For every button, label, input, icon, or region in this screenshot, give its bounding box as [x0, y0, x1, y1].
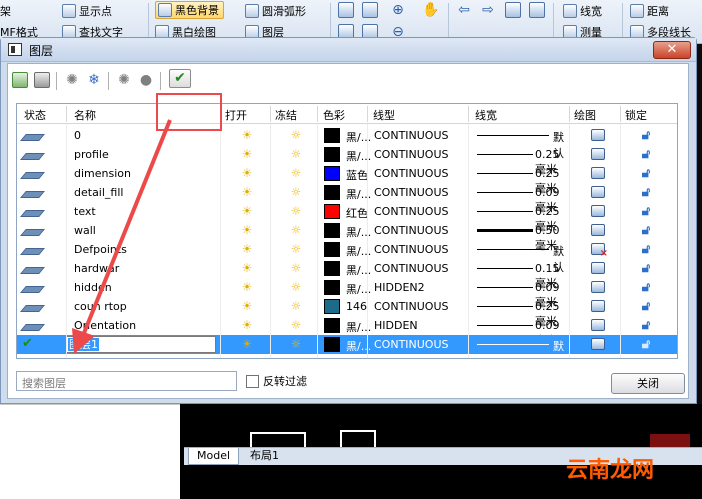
arrow-shaft: [80, 119, 172, 339]
tab-model[interactable]: Model: [188, 448, 240, 465]
watermark-text: 云南龙网: [566, 458, 655, 483]
tab-layout1[interactable]: 布局1: [242, 448, 287, 465]
side-panel: [0, 404, 180, 499]
drawing-shape: [650, 434, 690, 448]
